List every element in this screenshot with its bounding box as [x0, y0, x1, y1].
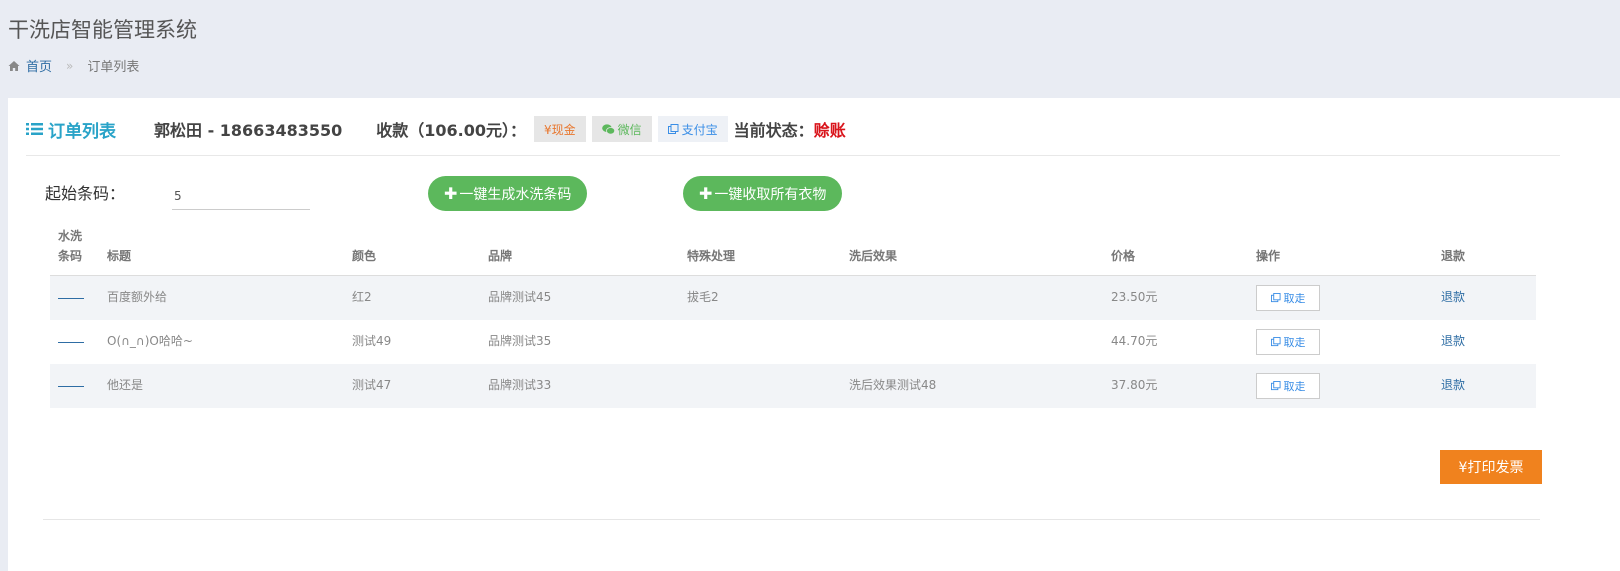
col-header-price: 价格	[1111, 226, 1256, 276]
refund-link[interactable]: 退款	[1441, 378, 1465, 392]
barcode-cell	[50, 320, 107, 364]
copy-icon	[1270, 380, 1281, 390]
pay-alipay-button[interactable]: 支付宝	[657, 116, 728, 142]
effect-cell	[849, 275, 1111, 320]
collect-all-label: 一键收取所有衣物	[714, 186, 827, 203]
generate-barcodes-label: 一键生成水洗条码	[459, 186, 572, 203]
take-away-button[interactable]: 取走	[1256, 285, 1320, 311]
special-cell	[687, 320, 849, 364]
price-cell: 44.70元	[1111, 333, 1158, 348]
color-cell: 测试49	[352, 333, 392, 348]
breadcrumb: 首页 » 订单列表	[8, 56, 139, 75]
barcode-input[interactable]	[172, 182, 310, 210]
pay-alipay-label: 支付宝	[681, 122, 718, 137]
breadcrumb-separator: »	[66, 58, 74, 73]
generate-barcodes-button[interactable]: ✚ 一键生成水洗条码	[428, 176, 588, 211]
footer-divider	[43, 519, 1540, 520]
effect-cell: 洗后效果测试48	[849, 363, 1111, 408]
barcode-placeholder[interactable]	[58, 385, 84, 387]
col-header-title: 标题	[107, 226, 352, 276]
copy-icon	[1270, 336, 1281, 346]
panel-title: 订单列表	[26, 117, 116, 142]
barcode-placeholder[interactable]	[58, 341, 84, 343]
pay-wechat-label: 微信	[617, 122, 642, 137]
refund-cell: 退款	[1441, 363, 1536, 408]
header-divider	[26, 155, 1560, 156]
special-cell	[687, 363, 849, 408]
price-cell: 23.50元	[1111, 275, 1256, 320]
plus-icon: ✚	[444, 184, 458, 203]
status-badge: 赊账	[813, 121, 846, 140]
refund-cell: 退款	[1441, 275, 1536, 320]
orders-table: 水洗 条码 标题 颜色 品牌 特殊处理 洗后效果 价格 操作 退款 百度额外给 …	[50, 226, 1536, 408]
home-icon	[8, 60, 20, 71]
copy-icon	[1270, 293, 1281, 303]
table-row: 百度额外给 红2 品牌测试45 拔毛2 23.50元 取走 退款	[50, 275, 1536, 320]
panel-title-text: 订单列表	[48, 121, 116, 142]
take-away-button[interactable]: 取走	[1256, 328, 1320, 355]
list-icon	[26, 123, 43, 135]
col-header-action: 操作	[1256, 226, 1441, 276]
refund-cell: 退款	[1441, 320, 1536, 364]
col-header-brand: 品牌	[488, 226, 687, 276]
app-title: 干洗店智能管理系统	[8, 18, 197, 42]
brand-cell: 品牌测试33	[488, 363, 687, 408]
action-cell: 取走	[1256, 320, 1441, 364]
barcode-placeholder[interactable]	[58, 298, 84, 299]
status-label: 当前状态：	[733, 121, 814, 140]
action-cell: 取走	[1256, 275, 1441, 320]
print-invoice-button[interactable]: ¥打印发票	[1440, 450, 1542, 484]
table-row: 他还是 测试47 品牌测试33 洗后效果测试48 37.80元 取走 退款	[50, 363, 1536, 408]
color-cell: 测试47	[352, 363, 488, 408]
brand-cell: 品牌测试35	[488, 333, 552, 348]
col-header-effect: 洗后效果	[849, 226, 1111, 276]
table-row: O(∩_∩)O哈哈~ 测试49 品牌测试35 44.70元 取走 退款	[50, 320, 1536, 364]
order-panel: 订单列表 郭松田 - 18663483550 收款（106.00元）： ¥现金 …	[8, 98, 1620, 571]
wechat-icon	[601, 123, 615, 134]
refund-link[interactable]: 退款	[1441, 334, 1465, 348]
barcode-label: 起始条码：	[45, 184, 126, 203]
take-away-label: 取走	[1283, 292, 1306, 305]
take-away-label: 取走	[1283, 335, 1306, 349]
title-cell: 他还是	[107, 363, 352, 408]
color-cell: 红2	[352, 275, 488, 320]
take-away-label: 取走	[1283, 379, 1306, 393]
refund-link[interactable]: 退款	[1441, 290, 1465, 304]
pay-wechat-button[interactable]: 微信	[591, 116, 652, 142]
title-cell: O(∩_∩)O哈哈~	[107, 333, 193, 348]
col-header-refund: 退款	[1441, 226, 1536, 276]
payment-label: 收款（106.00元）：	[376, 121, 526, 140]
customer-info: 郭松田 - 18663483550	[154, 121, 343, 140]
table-header-row: 水洗 条码 标题 颜色 品牌 特殊处理 洗后效果 价格 操作 退款	[50, 226, 1536, 276]
pay-cash-button[interactable]: ¥现金	[534, 116, 586, 142]
barcode-cell	[50, 275, 107, 320]
panel-header: 订单列表 郭松田 - 18663483550 收款（106.00元）： ¥现金 …	[26, 116, 846, 142]
effect-cell	[849, 320, 1111, 364]
price-cell: 37.80元	[1111, 363, 1256, 408]
action-cell: 取走	[1256, 363, 1441, 408]
col-header-barcode: 水洗 条码	[50, 226, 107, 276]
col-header-special: 特殊处理	[687, 226, 849, 276]
col-header-color: 颜色	[352, 226, 488, 276]
plus-icon: ✚	[699, 184, 713, 203]
barcode-cell	[50, 363, 107, 408]
title-cell: 百度额外给	[107, 275, 352, 320]
take-away-button[interactable]: 取走	[1256, 372, 1320, 399]
collect-all-button[interactable]: ✚ 一键收取所有衣物	[683, 176, 843, 211]
alipay-icon	[667, 123, 679, 134]
special-cell: 拔毛2	[687, 275, 849, 320]
brand-cell: 品牌测试45	[488, 275, 687, 320]
breadcrumb-current: 订单列表	[87, 60, 140, 75]
breadcrumb-home-link[interactable]: 首页	[26, 56, 52, 75]
